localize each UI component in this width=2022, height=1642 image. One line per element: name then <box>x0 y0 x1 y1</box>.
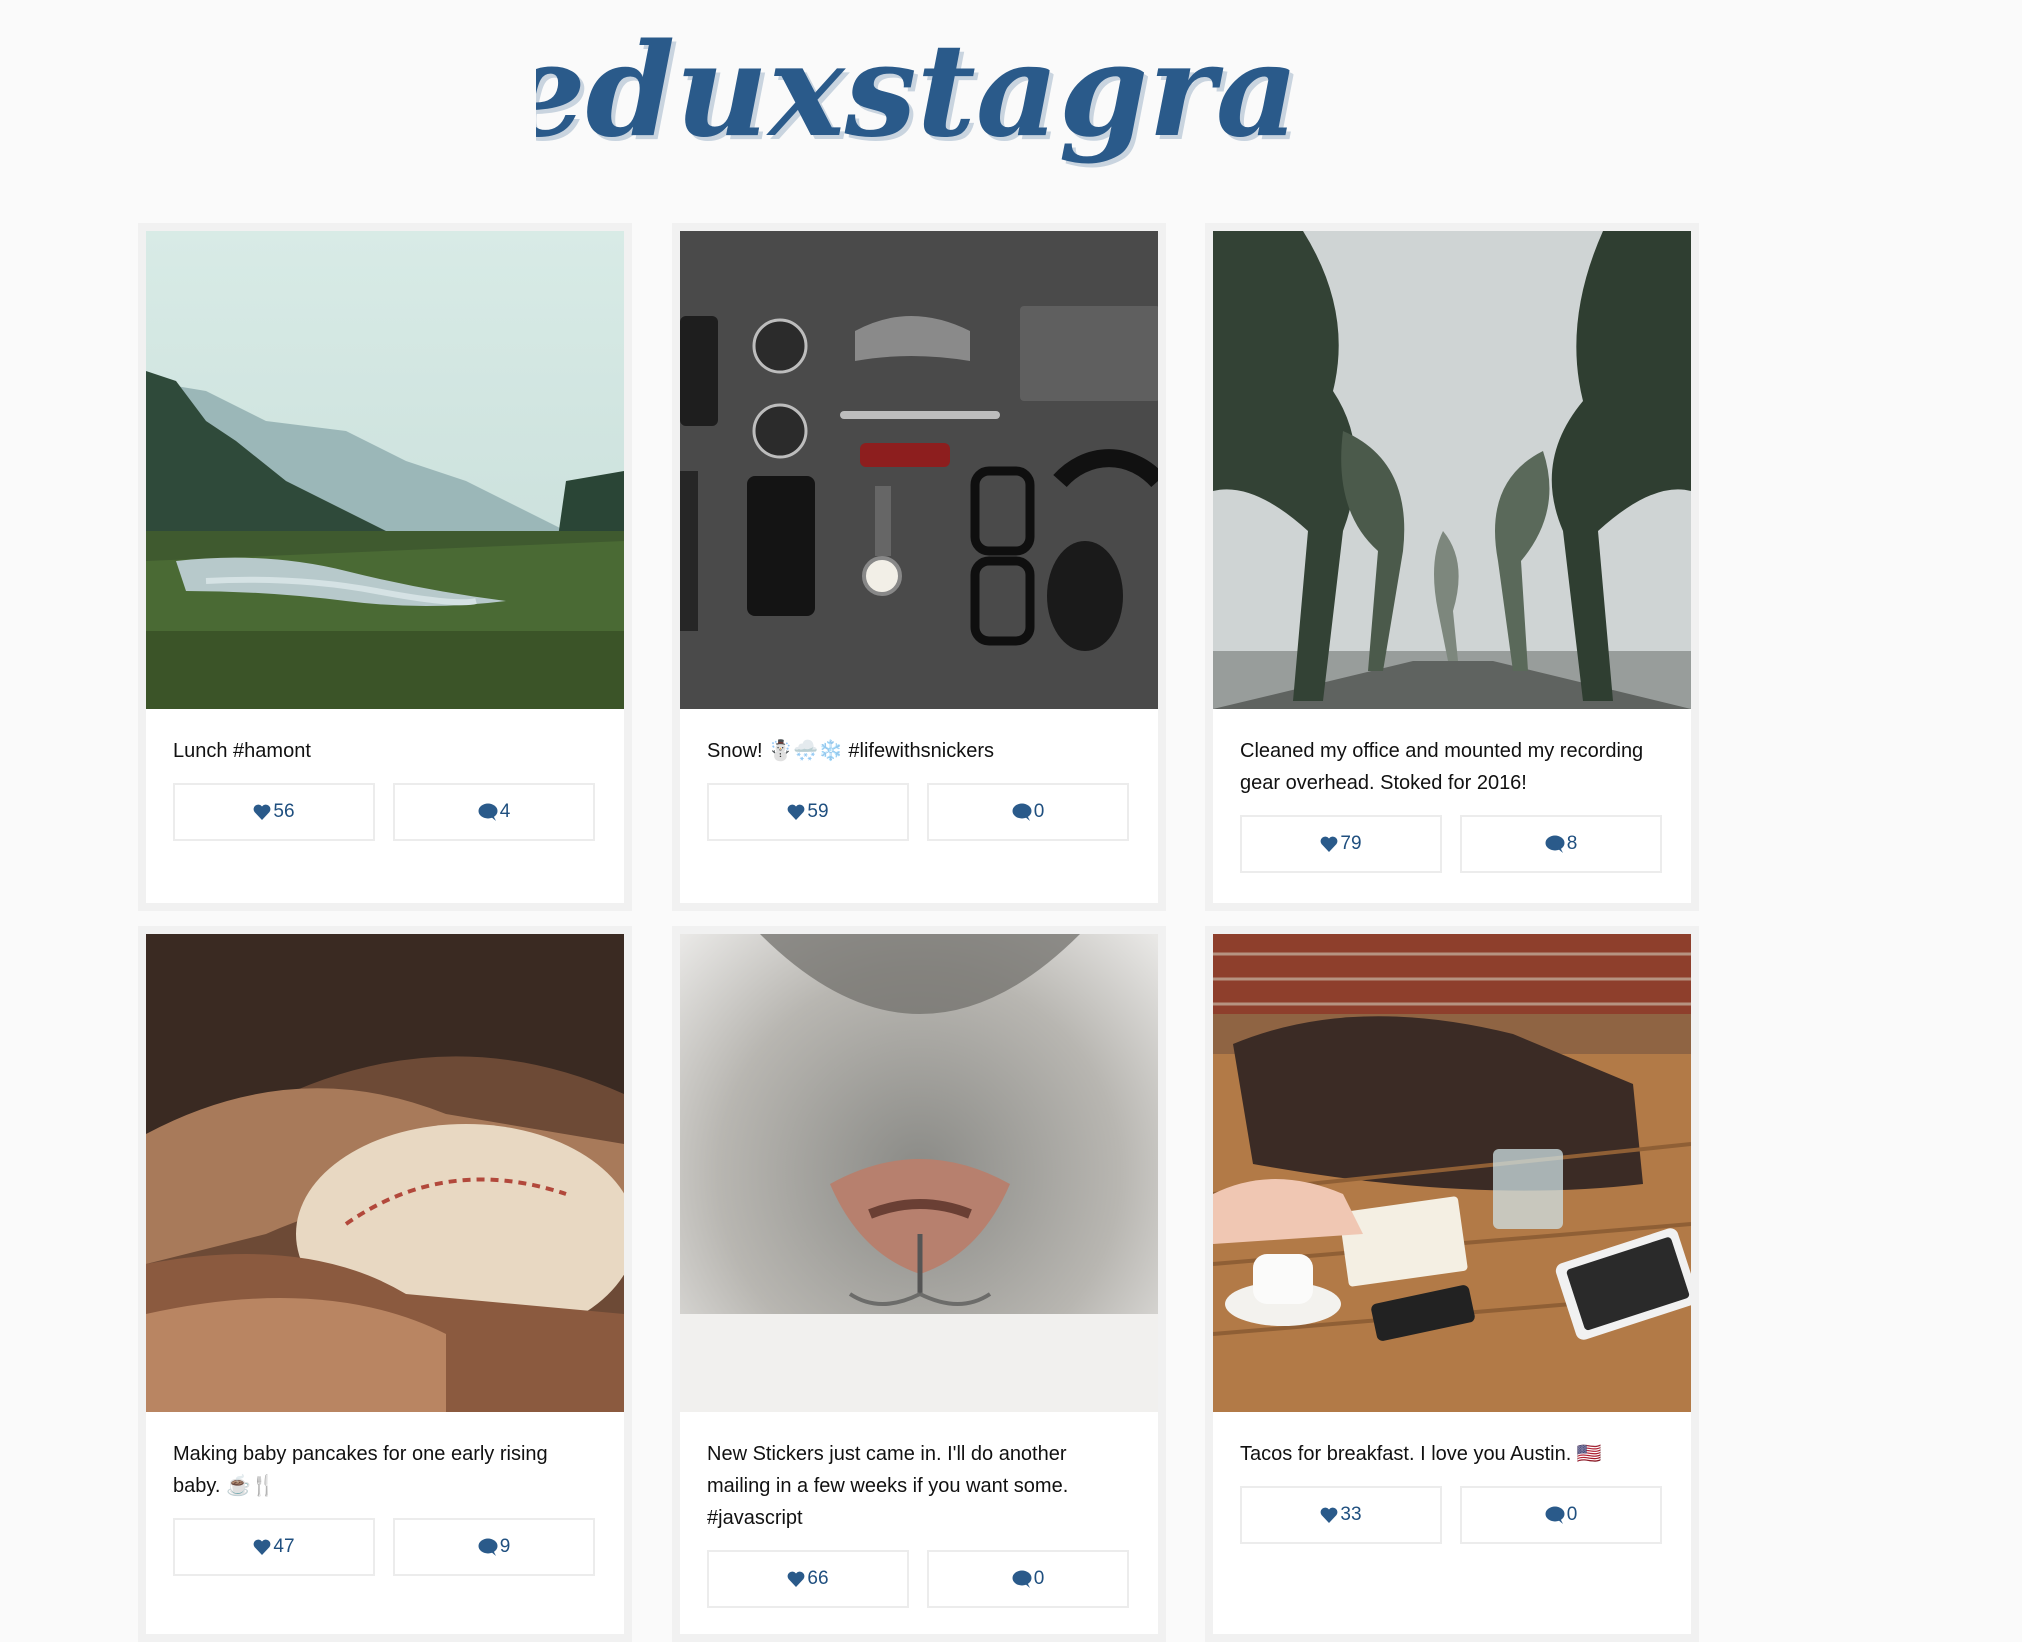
photo-card: New Stickers just came in. I'll do anoth… <box>672 926 1166 1642</box>
speech-bubble-icon <box>478 803 498 821</box>
post-caption: Lunch #hamont <box>173 740 311 762</box>
photo-link[interactable] <box>146 231 624 709</box>
heart-icon <box>788 804 805 820</box>
photo-card: Lunch #hamont 56 4 <box>138 223 632 911</box>
baseball-glove-photo <box>146 934 624 1412</box>
like-button[interactable]: 66 <box>707 1550 909 1608</box>
post-actions: 79 8 <box>1240 815 1664 873</box>
comments-link[interactable]: 9 <box>393 1518 595 1576</box>
like-count: 59 <box>807 801 829 822</box>
photo-card: Making baby pancakes for one early risin… <box>138 926 632 1642</box>
post-actions: 66 0 <box>707 1550 1131 1608</box>
speech-bubble-icon <box>1012 1570 1032 1588</box>
post-caption: New Stickers just came in. I'll do anoth… <box>707 1443 1069 1529</box>
like-button[interactable]: 33 <box>1240 1486 1442 1544</box>
like-count: 66 <box>807 1568 829 1589</box>
road-trees-photo <box>1213 231 1691 709</box>
comment-count: 0 <box>1566 1504 1578 1525</box>
photo-link[interactable] <box>680 231 1158 709</box>
comments-link[interactable]: 0 <box>927 1550 1129 1608</box>
post-actions: 47 9 <box>173 1518 597 1576</box>
photo-grid: Lunch #hamont 56 4 Snow! ☃️🌨️❄️ #lifewit… <box>0 0 2022 1642</box>
comment-count: 8 <box>1566 833 1578 854</box>
speech-bubble-icon <box>1545 835 1565 853</box>
comment-count: 4 <box>499 801 511 822</box>
landscape-photo <box>146 231 624 709</box>
post-caption: Snow! ☃️🌨️❄️ #lifewithsnickers <box>707 740 995 762</box>
like-count: 79 <box>1340 833 1362 854</box>
heart-icon <box>254 804 271 820</box>
comments-link[interactable]: 0 <box>1460 1486 1662 1544</box>
speech-bubble-icon <box>1545 1506 1565 1524</box>
like-button[interactable]: 47 <box>173 1518 375 1576</box>
photo-card: Tacos for breakfast. I love you Austin. … <box>1205 926 1699 1642</box>
post-caption: Cleaned my office and mounted my recordi… <box>1240 740 1644 794</box>
heart-icon <box>1321 1507 1338 1523</box>
post-actions: 33 0 <box>1240 1486 1664 1544</box>
comments-link[interactable]: 0 <box>927 783 1129 841</box>
photo-link[interactable] <box>1213 934 1691 1412</box>
speech-bubble-icon <box>1012 803 1032 821</box>
like-count: 56 <box>273 801 295 822</box>
like-button[interactable]: 56 <box>173 783 375 841</box>
flatlay-photo <box>680 231 1158 709</box>
heart-icon <box>788 1571 805 1587</box>
cafe-table-photo <box>1213 934 1691 1412</box>
post-caption: Making baby pancakes for one early risin… <box>173 1443 548 1497</box>
like-count: 33 <box>1340 1504 1362 1525</box>
cat-nose-photo <box>680 934 1158 1412</box>
comment-count: 9 <box>499 1536 511 1557</box>
photo-card: Snow! ☃️🌨️❄️ #lifewithsnickers 59 0 <box>672 223 1166 911</box>
post-actions: 59 0 <box>707 783 1131 841</box>
like-count: 47 <box>273 1536 295 1557</box>
heart-icon <box>254 1539 271 1555</box>
post-caption: Tacos for breakfast. I love you Austin. … <box>1240 1443 1602 1465</box>
heart-icon <box>1321 836 1338 852</box>
like-button[interactable]: 79 <box>1240 815 1442 873</box>
comment-count: 0 <box>1033 1568 1045 1589</box>
comment-count: 0 <box>1033 801 1045 822</box>
post-actions: 56 4 <box>173 783 597 841</box>
comments-link[interactable]: 8 <box>1460 815 1662 873</box>
photo-card: Cleaned my office and mounted my recordi… <box>1205 223 1699 911</box>
comments-link[interactable]: 4 <box>393 783 595 841</box>
speech-bubble-icon <box>478 1538 498 1556</box>
photo-link[interactable] <box>680 934 1158 1412</box>
photo-link[interactable] <box>1213 231 1691 709</box>
photo-link[interactable] <box>146 934 624 1412</box>
like-button[interactable]: 59 <box>707 783 909 841</box>
